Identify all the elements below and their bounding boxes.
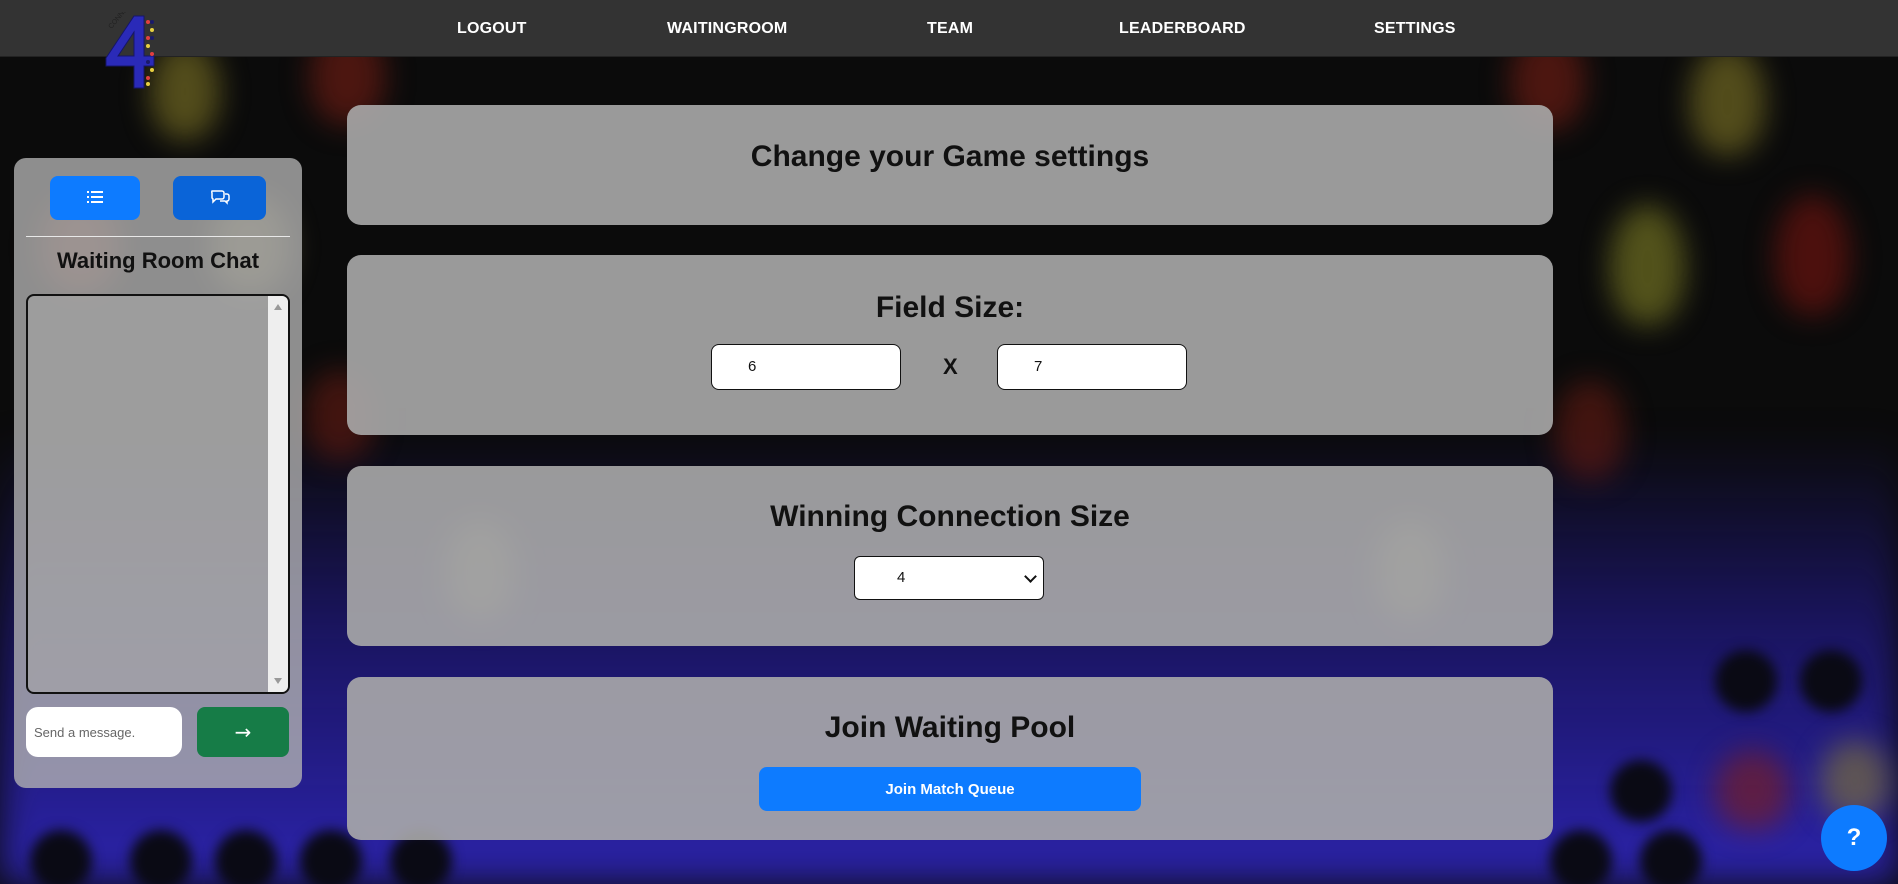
chat-scrollbar[interactable] <box>268 296 288 692</box>
nav-settings[interactable]: SETTINGS <box>1374 20 1456 38</box>
winning-connection-panel: Winning Connection Size 4 <box>347 466 1553 646</box>
join-match-queue-button[interactable]: Join Match Queue <box>759 767 1141 811</box>
field-rows-input[interactable]: 6 <box>711 344 901 390</box>
chat-sidebar: Waiting Room Chat → <box>14 158 302 788</box>
list-view-button[interactable] <box>50 176 140 220</box>
nav-team[interactable]: TEAM <box>927 20 973 38</box>
scroll-down-icon[interactable] <box>274 678 282 684</box>
winning-connection-label: Winning Connection Size <box>770 500 1130 533</box>
winning-connection-value: 4 <box>897 569 906 586</box>
chat-messages-box[interactable] <box>26 294 290 694</box>
connect-four-logo[interactable]: CONNECT <box>104 0 168 90</box>
list-icon <box>87 190 103 207</box>
chat-title: Waiting Room Chat <box>56 248 260 273</box>
chat-message-input[interactable] <box>26 707 182 757</box>
field-size-separator: X <box>943 354 958 379</box>
chevron-down-icon <box>1024 570 1037 583</box>
nav-waitingroom[interactable]: WAITINGROOM <box>667 20 787 38</box>
field-size-panel: Field Size: 6 X 7 <box>347 255 1553 435</box>
main-nav: LOGOUT WAITINGROOM TEAM LEADERBOARD SETT… <box>0 0 1898 56</box>
scroll-up-icon[interactable] <box>274 304 282 310</box>
nav-logout[interactable]: LOGOUT <box>457 20 527 38</box>
chat-view-button[interactable] <box>173 176 266 220</box>
chat-bubbles-icon <box>210 189 230 208</box>
waiting-pool-panel: Join Waiting Pool Join Match Queue <box>347 677 1553 840</box>
send-message-button[interactable]: → <box>197 707 289 757</box>
help-button[interactable]: ? <box>1821 805 1887 871</box>
page-title: Change your Game settings <box>750 140 1150 173</box>
field-cols-input[interactable]: 7 <box>997 344 1187 390</box>
waiting-pool-label: Join Waiting Pool <box>824 711 1076 744</box>
winning-connection-select[interactable]: 4 <box>854 556 1044 600</box>
sidebar-divider <box>26 236 290 237</box>
nav-leaderboard[interactable]: LEADERBOARD <box>1119 20 1246 38</box>
settings-header-panel: Change your Game settings <box>347 105 1553 225</box>
top-navbar: LOGOUT WAITINGROOM TEAM LEADERBOARD SETT… <box>0 0 1898 57</box>
field-size-label: Field Size: <box>875 291 1025 324</box>
